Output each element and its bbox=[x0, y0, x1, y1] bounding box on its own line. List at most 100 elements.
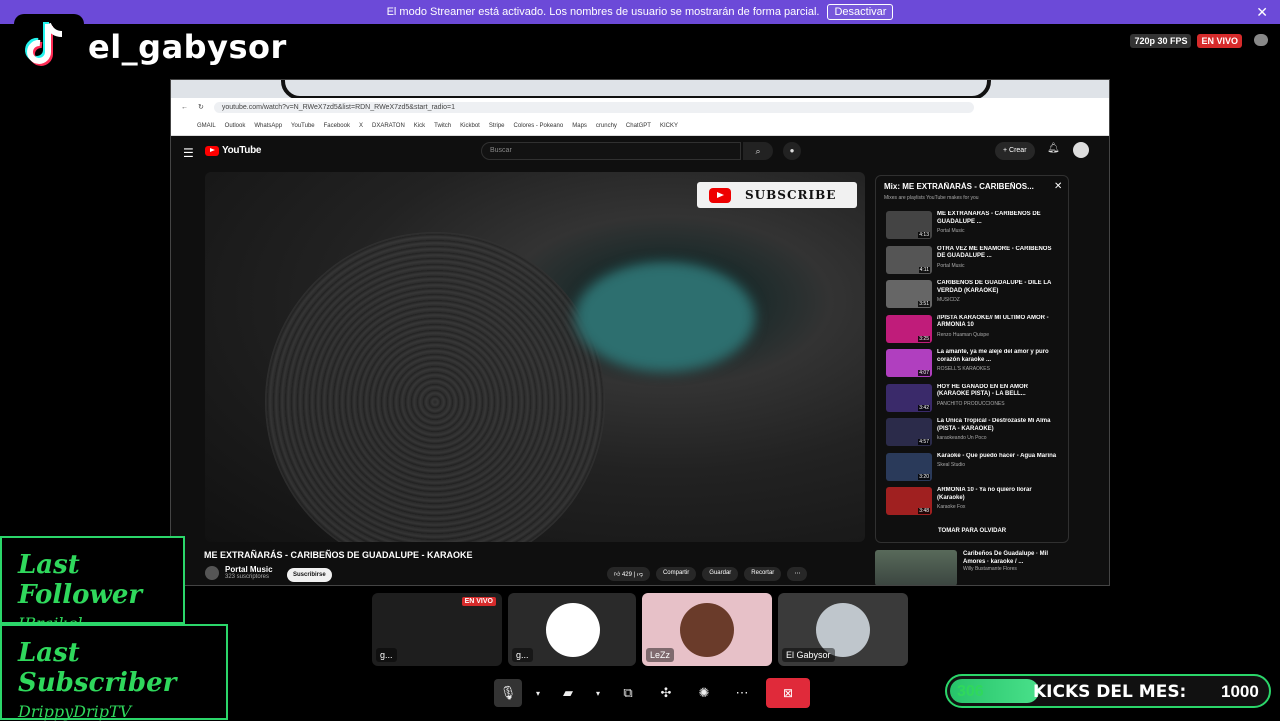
participant-tile[interactable]: EN VIVO g... bbox=[372, 593, 502, 666]
shared-screen: ← ↻ youtube.com/watch?v=N_RWeX7zd5&list=… bbox=[170, 79, 1110, 586]
mix-duration: 3:20 bbox=[918, 473, 930, 480]
channel-avatar[interactable] bbox=[205, 565, 219, 580]
mix-item[interactable]: 3:25 //PISTA KARAOKE// MI ULTIMO AMOR - A… bbox=[886, 314, 1062, 347]
like-button[interactable]: 👍︎ 429 | 👎︎ bbox=[607, 567, 650, 581]
activities-icon[interactable]: ✣ bbox=[652, 679, 680, 707]
mix-playlist-panel: Mix: ME EXTRAÑARÁS - CARIBEÑOS... Mixes … bbox=[875, 175, 1069, 543]
mix-item-title: ME EXTRAÑARÁS - CARIBEÑOS DE GUADALUPE .… bbox=[937, 211, 1041, 225]
bookmark-item[interactable]: GMAIL bbox=[197, 123, 216, 129]
bookmark-item[interactable]: ChatGPT bbox=[626, 123, 651, 129]
bookmark-item[interactable]: Kick bbox=[414, 123, 425, 129]
last-subscriber-name: DrippyDripTV bbox=[18, 702, 132, 721]
back-icon[interactable]: ← bbox=[181, 104, 188, 111]
mix-item-channel: PANCHITO PRODUCCIONES bbox=[937, 400, 1005, 407]
bookmark-item[interactable]: Stripe bbox=[489, 123, 505, 129]
mix-item[interactable]: 4:11 OTRA VEZ ME ENAMORÉ - CARIBEÑOS DE G… bbox=[886, 245, 1062, 278]
chevron-down-icon[interactable]: ▾ bbox=[592, 679, 604, 707]
mix-duration: 3:25 bbox=[918, 335, 930, 342]
mix-item[interactable]: 3:51 CARIBEÑOS DE GUADALUPE - DILE LA VER… bbox=[886, 280, 1062, 312]
bell-icon[interactable]: 🔔︎ bbox=[1047, 143, 1060, 154]
bookmark-item[interactable]: YouTube bbox=[291, 123, 315, 129]
video-actions: 👍︎ 429 | 👎︎ Compartir Guardar Recortar ⋯ bbox=[607, 567, 808, 581]
mix-item-title: La Única Tropical - Destrozaste Mi Alma … bbox=[937, 418, 1051, 432]
kicks-progress-bar: 306 KICKS DEL MES: 1000 bbox=[945, 674, 1271, 708]
chevron-down-icon[interactable]: ▾ bbox=[532, 679, 544, 707]
youtube-icon bbox=[709, 187, 731, 203]
share-button[interactable]: Compartir bbox=[655, 567, 697, 581]
mix-item-partial[interactable]: TOMAR PARA OLVIDAR bbox=[938, 528, 1006, 534]
kicks-goal: 1000 bbox=[1221, 682, 1259, 701]
create-button[interactable]: + Crear bbox=[995, 142, 1035, 160]
camera-off-icon[interactable]: ▰ bbox=[554, 679, 582, 707]
bookmark-item[interactable]: crunchy bbox=[596, 123, 617, 129]
mix-duration: 4:57 bbox=[918, 439, 930, 445]
banner-close-icon[interactable]: ✕ bbox=[1256, 4, 1268, 21]
bookmark-item[interactable]: WhatsApp bbox=[254, 123, 282, 129]
url-field[interactable]: youtube.com/watch?v=N_RWeX7zd5&list=RDN_… bbox=[213, 101, 974, 113]
mix-item[interactable]: 4:13 ME EXTRAÑARÁS - CARIBEÑOS DE GUADALU… bbox=[886, 211, 1062, 243]
channel-row: Portal Music 323 suscriptores bbox=[205, 565, 273, 580]
youtube-logo[interactable]: YouTube bbox=[205, 145, 262, 156]
clip-button[interactable]: Recortar bbox=[744, 567, 782, 581]
leave-call-icon[interactable]: ⊠ bbox=[766, 678, 810, 708]
chat-icon[interactable] bbox=[1254, 34, 1268, 46]
mix-item[interactable]: 4:57 La Única Tropical - Destrozaste Mi A… bbox=[886, 418, 1062, 450]
youtube-play-icon bbox=[205, 145, 219, 156]
close-icon[interactable]: ✕ bbox=[1054, 181, 1062, 192]
streamer-name: el_gabysor bbox=[88, 28, 287, 66]
microphone-icon[interactable]: 🎙︎ bbox=[494, 679, 522, 707]
video-player[interactable]: SUBSCRIBE bbox=[205, 172, 865, 542]
more-icon[interactable]: ⋯ bbox=[787, 567, 808, 581]
mix-item-title: ARMONIA 10 - Ya no quiero llorar (Karaok… bbox=[937, 487, 1032, 501]
bookmark-item[interactable]: Kickbot bbox=[460, 123, 480, 129]
mix-item-title: CARIBEÑOS DE GUADALUPE - DILE LA VERDAD … bbox=[937, 280, 1052, 294]
bookmark-item[interactable]: X bbox=[359, 123, 363, 129]
mix-item[interactable]: 3:42 HOY HE GANADO EN EN AMOR (KARAOKE PI… bbox=[886, 383, 1062, 416]
bookmark-item[interactable]: KICKY bbox=[660, 123, 678, 129]
reload-icon[interactable]: ↻ bbox=[198, 103, 204, 111]
recommended-video[interactable]: Caribeños De Guadalupe · Mil Amores · ka… bbox=[875, 550, 1075, 585]
like-count: 429 bbox=[621, 572, 632, 578]
search-input[interactable]: Buscar bbox=[481, 142, 741, 160]
recommended-channel: Willy Bustamante Flores bbox=[963, 566, 1017, 572]
mix-duration: 4:13 bbox=[918, 232, 930, 238]
participant-tile[interactable]: g... bbox=[508, 593, 636, 666]
subscribe-button[interactable]: Suscribirse bbox=[287, 568, 332, 582]
mix-thumbnail: 4:11 bbox=[886, 245, 932, 274]
mix-duration: 4:11 bbox=[918, 266, 930, 273]
participant-tile[interactable]: El Gabysor bbox=[778, 593, 908, 666]
subscriber-goal-overlay bbox=[281, 80, 991, 100]
channel-subscribers: 323 suscriptores bbox=[225, 574, 270, 580]
mix-item-channel: Skeal Studio bbox=[937, 462, 966, 468]
quality-badge: 720p 30 FPS bbox=[1130, 34, 1192, 48]
soundboard-icon[interactable]: ✺ bbox=[690, 679, 718, 707]
subscribe-overlay: SUBSCRIBE bbox=[697, 182, 857, 208]
bookmark-item[interactable]: Twitch bbox=[434, 123, 451, 129]
mix-item-title: La amante, ya me alejé del amor y puro c… bbox=[937, 349, 1049, 363]
mix-item-title: OTRA VEZ ME ENAMORÉ - CARIBEÑOS DE GUADA… bbox=[937, 245, 1052, 260]
mix-item[interactable]: 3:48 ARMONIA 10 - Ya no quiero llorar (Ka… bbox=[886, 487, 1062, 519]
mix-item[interactable]: 4:07 La amante, ya me alejé del amor y pu… bbox=[886, 349, 1062, 381]
bookmarks-bar: GMAIL Outlook WhatsApp YouTube Facebook X DXAR… bbox=[171, 116, 1109, 136]
screen-share-icon[interactable]: ⧉ bbox=[614, 679, 642, 707]
mix-item-channel: MUSICDZ bbox=[937, 297, 960, 303]
bookmark-item[interactable]: Outlook bbox=[225, 123, 246, 129]
menu-icon[interactable]: ☰ bbox=[183, 146, 194, 160]
avatar bbox=[546, 603, 600, 657]
deactivate-button[interactable]: Desactivar bbox=[827, 4, 894, 20]
bookmark-item[interactable]: DXARATON bbox=[372, 123, 405, 129]
mix-thumbnail: 4:13 bbox=[886, 211, 932, 239]
bookmark-item[interactable]: Colores - Pokeano bbox=[514, 123, 564, 129]
avatar[interactable] bbox=[1073, 142, 1089, 158]
mix-item[interactable]: 3:20 Karaoke - Que puedo hacer - Agua Mar… bbox=[886, 452, 1062, 485]
search-icon[interactable]: ⌕ bbox=[743, 142, 773, 160]
bookmark-item[interactable]: Facebook bbox=[324, 123, 350, 129]
channel-name[interactable]: Portal Music bbox=[225, 565, 273, 574]
bookmark-item[interactable]: Maps bbox=[572, 123, 587, 129]
last-follower-box: Last Follower IBraikel bbox=[0, 536, 185, 633]
save-button[interactable]: Guardar bbox=[702, 567, 739, 581]
participant-tile[interactable]: LeZz bbox=[642, 593, 772, 666]
more-icon[interactable]: ⋯ bbox=[728, 679, 756, 707]
mic-icon[interactable]: ● bbox=[783, 142, 801, 160]
record-label-image bbox=[575, 262, 755, 372]
